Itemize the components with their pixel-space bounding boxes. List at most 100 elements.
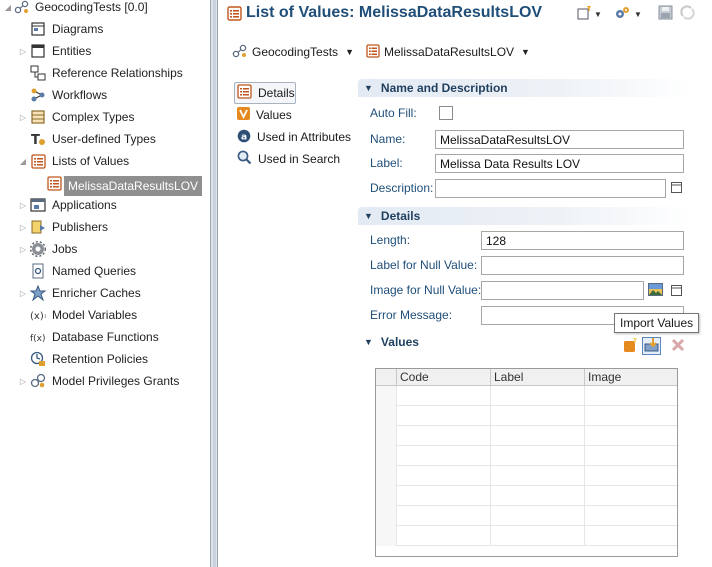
tree-item-user-defined-types[interactable]: T User-defined Types [0,129,210,149]
delete-value-button[interactable] [670,338,685,354]
table-cell[interactable] [490,506,584,526]
auto-fill-checkbox[interactable] [439,106,453,120]
tree-item-label: Lists of Values [52,154,130,168]
table-cell[interactable] [490,486,584,506]
tree-item-diagrams[interactable]: Diagrams [0,19,210,39]
pane-splitter-grip[interactable] [213,0,216,567]
expanded-twistie-icon[interactable]: ◢ [3,3,13,13]
edit-description-button[interactable] [670,182,682,195]
tree-item-model-privileges-grants[interactable]: ▷ Model Privileges Grants [0,371,210,391]
table-row[interactable] [376,466,677,486]
collapsed-twistie-icon[interactable]: ▷ [18,289,28,299]
collapsed-twistie-icon[interactable]: ▷ [18,223,28,233]
actions-menu-button[interactable]: ▼ [614,6,642,22]
collapsed-twistie-icon[interactable]: ▷ [18,377,28,387]
table-cell[interactable] [396,466,490,486]
table-cell[interactable] [584,426,677,446]
table-cell[interactable] [584,466,677,486]
column-header-image[interactable]: Image [584,369,677,386]
null-image-field[interactable] [481,281,644,300]
collapsed-twistie-icon[interactable]: ▷ [18,201,28,211]
new-menu-button[interactable]: ▼ [576,5,602,22]
table-cell[interactable] [584,386,677,406]
tree-item-geocodingtests-0-0[interactable]: ◢ GeocodingTests [0.0] [0,0,210,17]
breadcrumb-lov[interactable]: MelissaDataResultsLOV ▼ [366,43,530,61]
table-cell[interactable] [490,446,584,466]
tree-item-lists-of-values[interactable]: ◢ Lists of Values [0,151,210,171]
nav-item-details[interactable]: Details [234,82,296,104]
row-selector[interactable] [376,506,396,526]
table-cell[interactable] [396,446,490,466]
table-cell[interactable] [396,506,490,526]
table-row[interactable] [376,506,677,526]
table-row[interactable] [376,426,677,446]
column-header-code[interactable]: Code [396,369,490,386]
table-cell[interactable] [584,446,677,466]
table-row[interactable] [376,446,677,466]
description-field[interactable] [435,179,666,198]
table-row[interactable] [376,526,677,546]
name-field[interactable] [435,130,684,149]
table-row[interactable] [376,486,677,506]
row-selector[interactable] [376,526,396,546]
tree-item-database-functions[interactable]: f(x) Database Functions [0,327,210,347]
refresh-button[interactable] [680,5,695,22]
save-button[interactable] [658,5,673,22]
nav-item-used-in-attributes[interactable]: a Used in Attributes [234,126,359,148]
table-cell[interactable] [584,486,677,506]
table-cell[interactable] [584,526,677,546]
details-section-header[interactable]: ▼ Details [358,207,694,225]
tree-item-enricher-caches[interactable]: ▷ Enricher Caches [0,283,210,303]
table-cell[interactable] [490,386,584,406]
browse-image-button[interactable] [648,282,663,297]
collapsed-twistie-icon[interactable]: ▷ [18,113,28,123]
tree-item-publishers[interactable]: ▷ Publishers [0,217,210,237]
tree-item-retention-policies[interactable]: Retention Policies [0,349,210,369]
table-cell[interactable] [584,506,677,526]
table-cell[interactable] [396,406,490,426]
table-cell[interactable] [396,486,490,506]
column-header-label[interactable]: Label [490,369,584,386]
table-cell[interactable] [396,526,490,546]
row-selector[interactable] [376,386,396,406]
row-selector[interactable] [376,406,396,426]
breadcrumb-model[interactable]: GeocodingTests ▼ [232,43,354,62]
table-cell[interactable] [396,426,490,446]
tree-item-entities[interactable]: ▷ Entities [0,41,210,61]
length-field[interactable] [481,231,684,250]
collapsed-twistie-icon[interactable]: ▷ [18,245,28,255]
table-cell[interactable] [490,406,584,426]
collapsed-twistie-icon[interactable]: ▷ [18,47,28,57]
null-label-field[interactable] [481,256,684,275]
label-field[interactable] [435,154,684,173]
tree-item-complex-types[interactable]: ▷ Complex Types [0,107,210,127]
row-selector[interactable] [376,426,396,446]
table-row[interactable] [376,386,677,406]
table-cell[interactable] [490,526,584,546]
row-selector[interactable] [376,466,396,486]
chevron-down-icon[interactable]: ▼ [345,47,354,57]
tree-item-applications[interactable]: ▷ Applications [0,195,210,215]
tree-item-named-queries[interactable]: Named Queries [0,261,210,281]
table-cell[interactable] [584,406,677,426]
values-table[interactable]: Code Label Image [375,368,678,557]
table-cell[interactable] [490,426,584,446]
expanded-twistie-icon[interactable]: ◢ [18,157,28,167]
name-and-description-section-header[interactable]: ▼ Name and Description [358,79,694,97]
table-row[interactable] [376,406,677,426]
tree-item-melissadataresultslov[interactable]: MelissaDataResultsLOV [0,173,210,196]
tree-item-jobs[interactable]: ▷ Jobs [0,239,210,259]
tree-item-model-variables[interactable]: (x)= Model Variables [0,305,210,325]
nav-item-used-in-search[interactable]: Used in Search [234,148,359,170]
row-selector[interactable] [376,486,396,506]
tree-item-reference-relationships[interactable]: Reference Relationships [0,63,210,83]
chevron-down-icon[interactable]: ▼ [521,47,530,57]
tree-item-workflows[interactable]: Workflows [0,85,210,105]
table-cell[interactable] [396,386,490,406]
row-selector[interactable] [376,446,396,466]
nav-item-values[interactable]: Values [234,104,359,126]
edit-null-image-button[interactable] [670,285,682,298]
import-values-button[interactable] [642,337,661,355]
table-cell[interactable] [490,466,584,486]
add-value-button[interactable] [623,337,638,354]
